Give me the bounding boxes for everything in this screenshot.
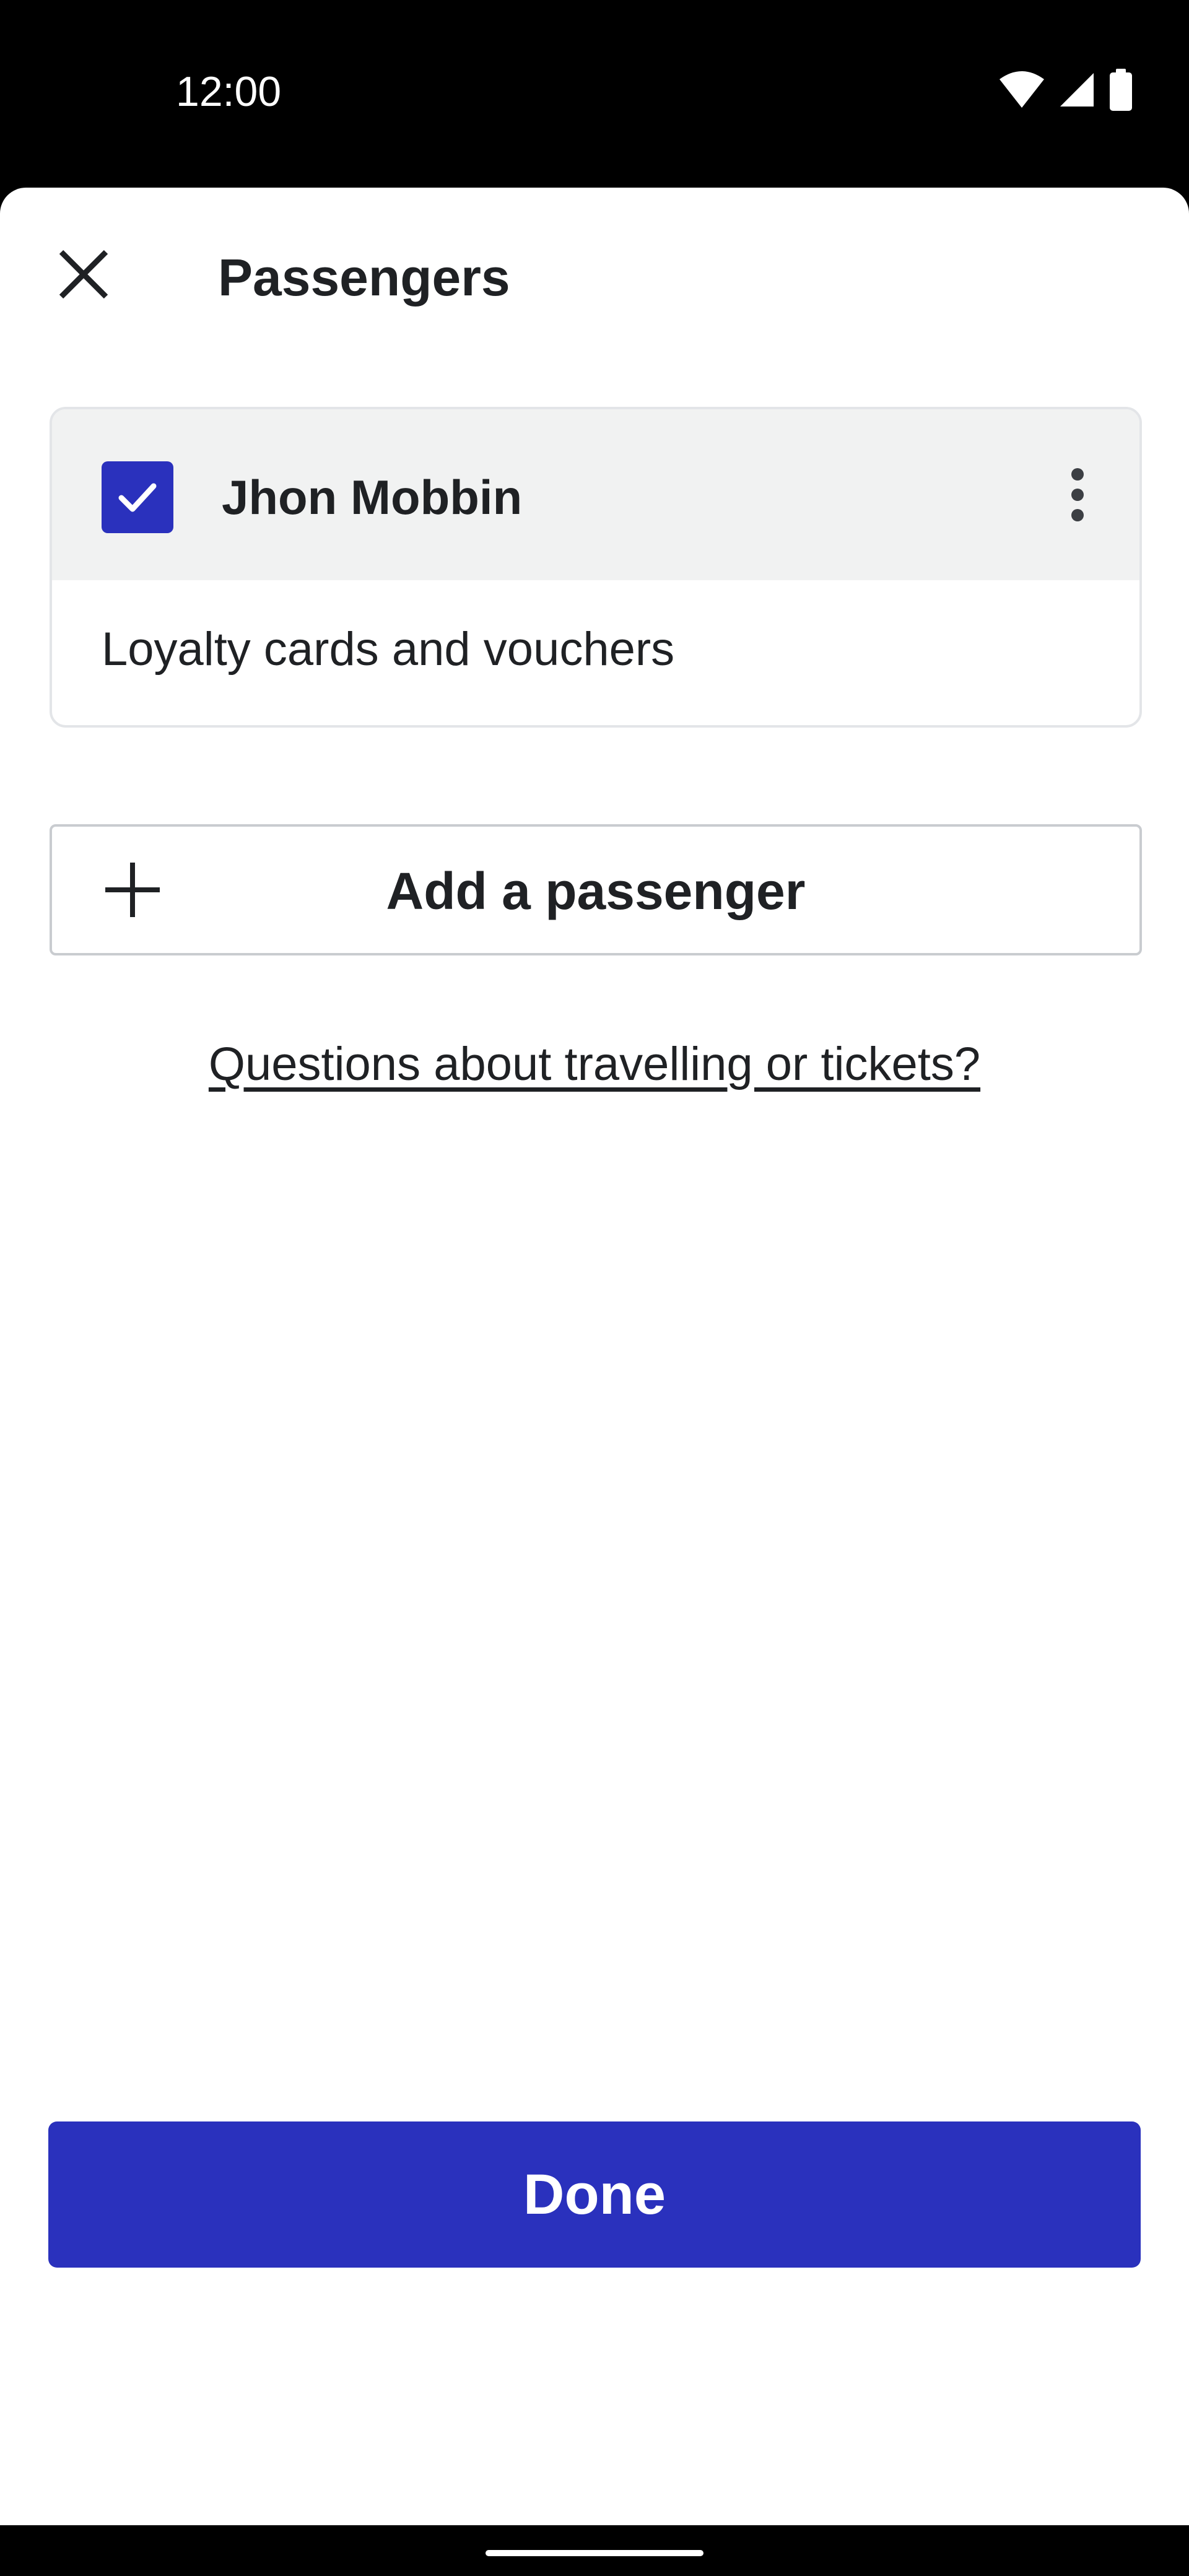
- passenger-menu-button[interactable]: [1040, 458, 1115, 532]
- signal-icon: [1060, 73, 1094, 107]
- passenger-header: Jhon Mobbin: [52, 409, 1139, 580]
- page-title: Passengers: [218, 248, 510, 307]
- status-time: 12:00: [176, 68, 282, 115]
- home-indicator[interactable]: [486, 2550, 703, 2556]
- add-passenger-label: Add a passenger: [386, 862, 806, 920]
- add-passenger-button[interactable]: Add a passenger: [50, 824, 1142, 955]
- close-button[interactable]: [43, 234, 124, 315]
- done-button[interactable]: Done: [48, 2121, 1141, 2268]
- battery-icon: [1110, 69, 1132, 111]
- help-link[interactable]: Questions about travelling or tickets?: [0, 1036, 1189, 1093]
- loyalty-cards-label: Loyalty cards and vouchers: [102, 623, 675, 676]
- check-icon: [118, 483, 157, 512]
- passenger-checkbox[interactable]: [102, 461, 173, 533]
- loyalty-cards-row[interactable]: Loyalty cards and vouchers: [52, 580, 1139, 723]
- wifi-icon: [1000, 71, 1044, 108]
- close-icon: [59, 250, 108, 299]
- status-bar: 12:00: [0, 0, 1189, 186]
- passenger-card: Jhon Mobbin Loyalty cards and vouchers: [50, 407, 1142, 728]
- more-vertical-icon: [1071, 468, 1084, 521]
- status-icons: [998, 68, 1133, 111]
- passenger-name: Jhon Mobbin: [222, 470, 523, 524]
